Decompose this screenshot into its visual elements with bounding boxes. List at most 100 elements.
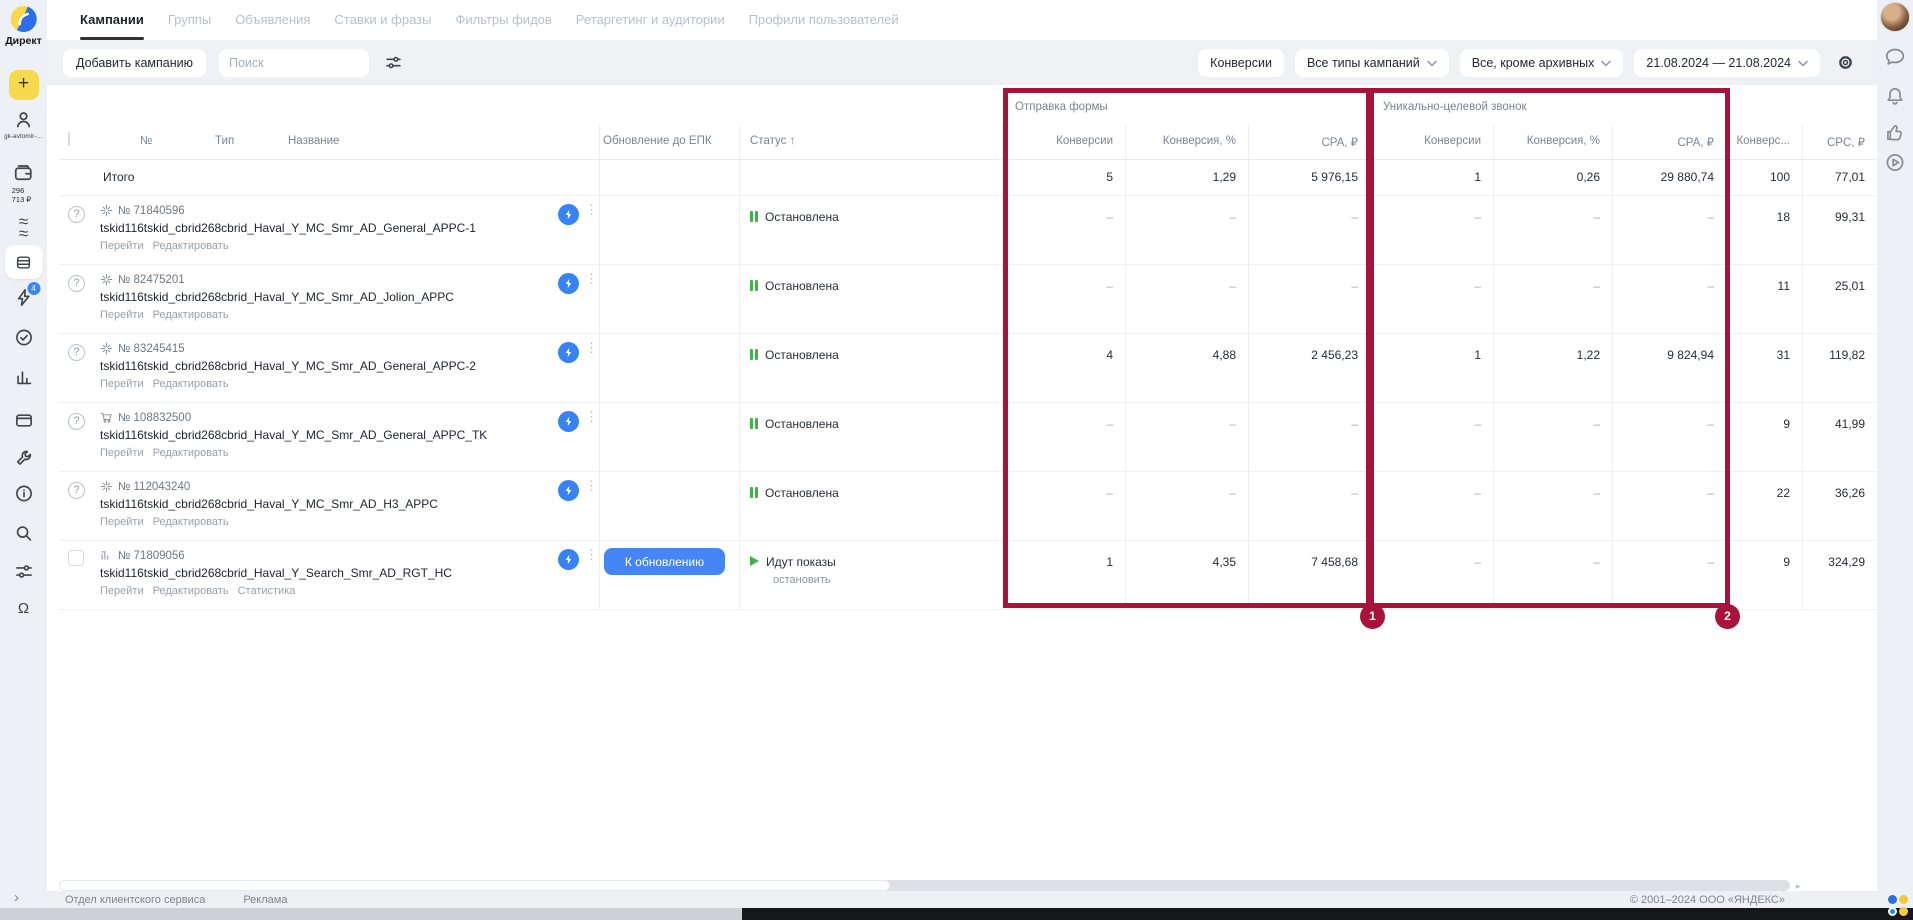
horizontal-scrollbar[interactable] bbox=[59, 880, 1790, 891]
play-circle-icon[interactable] bbox=[1885, 152, 1906, 178]
boost-lightning-icon[interactable] bbox=[558, 204, 579, 225]
campaign-number: № 71809056 bbox=[118, 550, 185, 562]
sidebar-item-search[interactable] bbox=[14, 524, 33, 543]
cell-form-conv: 1 bbox=[1003, 541, 1126, 609]
col-form-rate[interactable]: Конверсия, % bbox=[1126, 125, 1249, 159]
cell-call-rate: – bbox=[1494, 265, 1613, 333]
cell-form-conv: – bbox=[1003, 265, 1126, 333]
boost-lightning-icon[interactable] bbox=[558, 273, 579, 294]
direct-logo[interactable]: Директ bbox=[5, 6, 42, 47]
campaigns-table: Отправка формы Уникально-целевой звонок … bbox=[59, 88, 1878, 610]
cell-form-rate: – bbox=[1126, 196, 1249, 264]
campaign-name[interactable]: tskid116tskid_cbrid268cbrid_Haval_Y_Sear… bbox=[100, 566, 599, 580]
edit-link[interactable]: Редактировать bbox=[153, 309, 229, 321]
footer-link-support[interactable]: Отдел клиентского сервиса bbox=[65, 894, 205, 906]
help-icon[interactable]: ? bbox=[68, 413, 85, 430]
sidebar-item-wallet[interactable]: 296 713 ₽ bbox=[12, 163, 36, 204]
cell-call-conv: – bbox=[1371, 196, 1494, 264]
sidebar-item-audiences[interactable]: Ω bbox=[18, 600, 29, 617]
user-avatar[interactable] bbox=[1880, 2, 1910, 32]
row-menu-icon[interactable]: ⋮ bbox=[585, 342, 591, 351]
select-all-checkbox[interactable] bbox=[68, 132, 70, 146]
help-icon[interactable]: ? bbox=[68, 206, 85, 223]
help-icon[interactable]: ? bbox=[68, 344, 85, 361]
tab-groups[interactable]: Группы bbox=[168, 0, 211, 40]
boost-lightning-icon[interactable] bbox=[558, 411, 579, 432]
search-input[interactable] bbox=[219, 49, 369, 77]
row-menu-icon[interactable]: ⋮ bbox=[585, 273, 591, 282]
campaign-type-filter[interactable]: Все типы кампаний bbox=[1295, 49, 1449, 77]
tab-feed-filters[interactable]: Фильтры фидов bbox=[455, 0, 551, 40]
campaign-name[interactable]: tskid116tskid_cbrid268cbrid_Haval_Y_MC_S… bbox=[100, 497, 599, 511]
boost-lightning-icon[interactable] bbox=[558, 342, 579, 363]
expand-sidebar-chevron[interactable]: › bbox=[14, 889, 19, 906]
sidebar-item-pages[interactable] bbox=[14, 411, 33, 430]
sidebar-item-info[interactable] bbox=[14, 484, 33, 503]
metric-chip[interactable]: Конверсии bbox=[1198, 49, 1284, 77]
tab-retargeting[interactable]: Ретаргетинг и аудитории bbox=[576, 0, 725, 40]
epk-update-button[interactable]: К обновлению bbox=[604, 548, 725, 575]
add-campaign-button[interactable]: Добавить кампанию bbox=[63, 49, 206, 77]
go-link[interactable]: Перейти bbox=[100, 585, 144, 597]
chat-icon[interactable] bbox=[1884, 46, 1906, 73]
sidebar-item-account[interactable]: gk-avtomir-… bbox=[4, 110, 43, 140]
row-menu-icon[interactable]: ⋮ bbox=[585, 411, 591, 420]
sidebar-item-statistics[interactable] bbox=[14, 368, 33, 387]
campaign-name[interactable]: tskid116tskid_cbrid268cbrid_Haval_Y_MC_S… bbox=[100, 221, 599, 235]
col-status[interactable]: Статус ↑ bbox=[740, 125, 1003, 159]
sidebar-item-moderation[interactable] bbox=[14, 328, 33, 347]
col-call-rate[interactable]: Конверсия, % bbox=[1494, 125, 1613, 159]
help-icon[interactable]: ? bbox=[68, 482, 85, 499]
col-form-cpa[interactable]: CPA, ₽ bbox=[1249, 125, 1371, 159]
edit-link[interactable]: Редактировать bbox=[153, 378, 229, 390]
go-link[interactable]: Перейти bbox=[100, 309, 144, 321]
filter-sliders-icon[interactable] bbox=[379, 49, 407, 77]
edit-link[interactable]: Редактировать bbox=[153, 447, 229, 459]
go-link[interactable]: Перейти bbox=[100, 240, 144, 252]
waves-icon[interactable]: ≈≈ bbox=[19, 216, 28, 240]
tab-campaigns[interactable]: Кампании bbox=[80, 0, 144, 40]
edit-link[interactable]: Редактировать bbox=[153, 585, 229, 597]
chat-widget-icon[interactable] bbox=[1888, 895, 1910, 917]
date-range-picker[interactable]: 21.08.2024 — 21.08.2024 bbox=[1634, 49, 1820, 77]
tab-user-profiles[interactable]: Профили пользователей bbox=[749, 0, 899, 40]
campaign-name[interactable]: tskid116tskid_cbrid268cbrid_Haval_Y_MC_S… bbox=[100, 290, 599, 304]
notifications-bell-icon[interactable] bbox=[1885, 86, 1906, 112]
sidebar-item-recommendations[interactable]: 4 bbox=[14, 288, 33, 312]
row-menu-icon[interactable]: ⋮ bbox=[585, 549, 591, 558]
go-link[interactable]: Перейти bbox=[100, 447, 144, 459]
sidebar-item-settings[interactable] bbox=[14, 562, 33, 581]
col-call-conversions[interactable]: Конверсии bbox=[1371, 125, 1494, 159]
col-cpc[interactable]: CPC, ₽ bbox=[1803, 125, 1878, 159]
row-menu-icon[interactable]: ⋮ bbox=[585, 480, 591, 489]
archive-filter[interactable]: Все, кроме архивных bbox=[1460, 49, 1624, 77]
go-link[interactable]: Перейти bbox=[100, 378, 144, 390]
sidebar-item-tools[interactable] bbox=[14, 449, 33, 468]
cell-call-cpa: – bbox=[1613, 541, 1727, 609]
row-checkbox[interactable] bbox=[68, 550, 84, 566]
scrollbar-thumb[interactable] bbox=[59, 880, 890, 891]
statistics-link[interactable]: Статистика bbox=[238, 585, 296, 597]
campaign-name[interactable]: tskid116tskid_cbrid268cbrid_Haval_Y_MC_S… bbox=[100, 359, 599, 373]
sidebar-item-campaigns-active[interactable] bbox=[5, 245, 43, 279]
like-icon[interactable] bbox=[1885, 122, 1906, 148]
scroll-right-arrow-icon[interactable]: ▸ bbox=[1796, 881, 1801, 892]
campaign-name[interactable]: tskid116tskid_cbrid268cbrid_Haval_Y_MC_S… bbox=[100, 428, 599, 442]
edit-link[interactable]: Редактировать bbox=[153, 240, 229, 252]
col-form-conversions[interactable]: Конверсии bbox=[1003, 125, 1126, 159]
boost-lightning-icon[interactable] bbox=[558, 480, 579, 501]
row-menu-icon[interactable]: ⋮ bbox=[585, 204, 591, 213]
col-call-cpa[interactable]: CPA, ₽ bbox=[1613, 125, 1727, 159]
footer-link-ads[interactable]: Реклама bbox=[243, 894, 287, 906]
edit-link[interactable]: Редактировать bbox=[153, 516, 229, 528]
gear-icon[interactable] bbox=[1831, 49, 1859, 77]
help-icon[interactable]: ? bbox=[68, 275, 85, 292]
stop-link[interactable]: остановить bbox=[773, 574, 1002, 586]
tab-ads[interactable]: Объявления bbox=[235, 0, 310, 40]
tab-bids-phrases[interactable]: Ставки и фразы bbox=[334, 0, 431, 40]
add-button[interactable]: + bbox=[9, 70, 39, 100]
boost-lightning-icon[interactable] bbox=[558, 549, 579, 570]
go-link[interactable]: Перейти bbox=[100, 516, 144, 528]
campaign-number: № 108832500 bbox=[118, 412, 191, 424]
col-conversions[interactable]: Конверс... bbox=[1727, 125, 1803, 159]
